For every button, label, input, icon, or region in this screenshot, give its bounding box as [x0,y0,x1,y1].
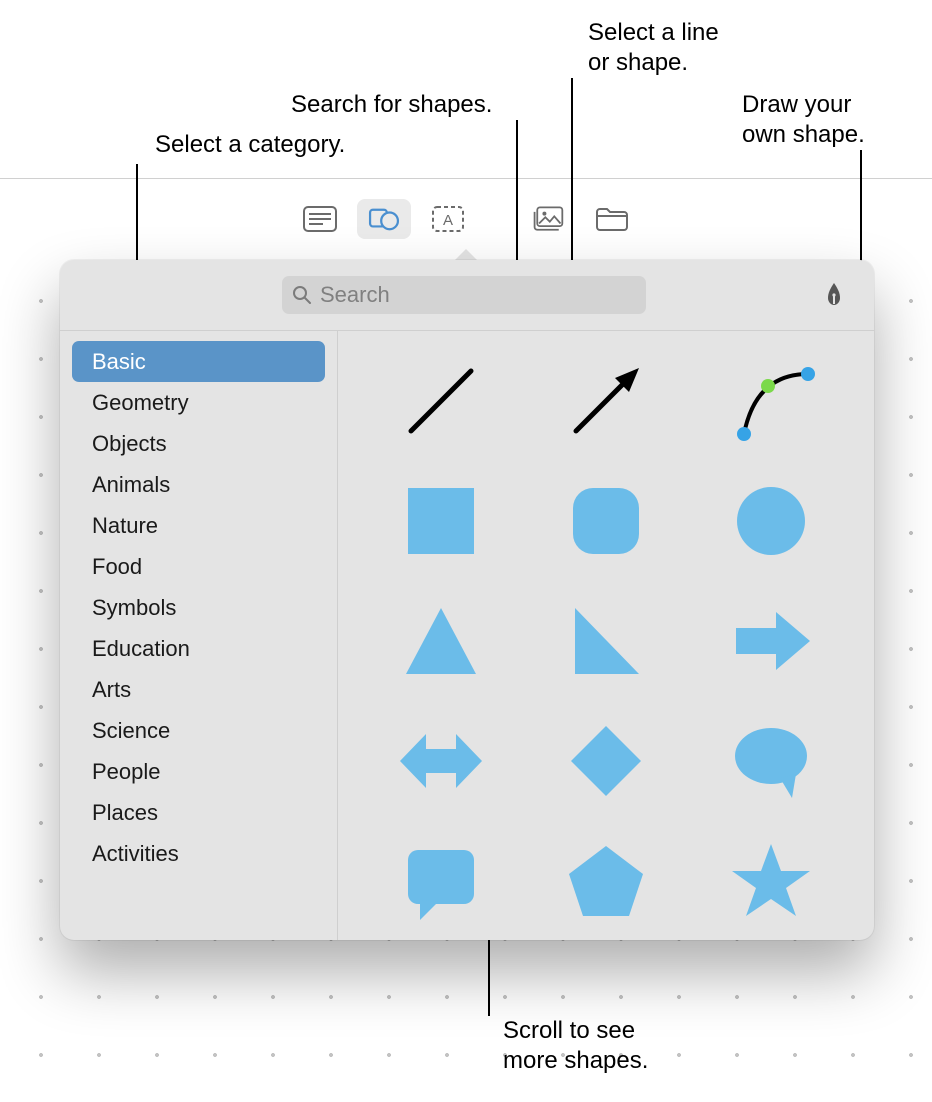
svg-text:A: A [443,212,453,229]
sidebar-item-people[interactable]: People [72,751,325,792]
sidebar-item-geometry[interactable]: Geometry [72,382,325,423]
draw-shape-button[interactable] [816,277,852,313]
sidebar-item-label: Arts [92,677,131,703]
sidebar-item-label: Geometry [92,390,189,416]
triangle-shape[interactable] [391,595,491,687]
callout-text: or shape. [588,49,688,76]
sidebar-item-label: Nature [92,513,158,539]
sidebar-item-symbols[interactable]: Symbols [72,587,325,628]
callout-select-shape: Select a line or shape. [588,18,719,78]
shapes-popover: Search Basic Geometry Objects Animals Na… [60,260,874,940]
sidebar-item-objects[interactable]: Objects [72,423,325,464]
sidebar-item-nature[interactable]: Nature [72,505,325,546]
media-button[interactable] [521,199,575,239]
star-shape[interactable] [721,835,821,927]
shapes-grid [378,355,834,927]
sidebar-item-science[interactable]: Science [72,710,325,751]
popover-header: Search [60,260,874,330]
textbox-button[interactable]: A [421,199,475,239]
toolbar: A [0,194,932,244]
sidebar-item-label: Activities [92,841,179,867]
page-layout-icon [303,206,337,232]
quote-bubble-shape[interactable] [391,835,491,927]
sidebar-item-label: Basic [92,349,146,375]
search-icon [292,285,312,305]
shapes-grid-area[interactable] [338,331,874,940]
folder-button[interactable] [585,199,639,239]
sidebar-item-label: Places [92,800,158,826]
sidebar-item-label: Education [92,636,190,662]
diamond-shape[interactable] [556,715,656,807]
callout-text: Select a category. [155,131,345,158]
media-icon [531,206,565,232]
callout-text: more shapes. [503,1047,648,1074]
callout-search: Search for shapes. [291,90,492,120]
pen-icon [820,281,848,309]
callout-draw: Draw your own shape. [742,90,865,150]
shapes-icon [367,206,401,232]
pentagon-shape[interactable] [556,835,656,927]
shapes-button[interactable] [357,199,411,239]
curve-editable-shape[interactable] [721,355,821,447]
callout-text: Search for shapes. [291,91,492,118]
sidebar-item-label: Animals [92,472,170,498]
callout-text: own shape. [742,121,865,148]
sidebar-item-arts[interactable]: Arts [72,669,325,710]
arrow-line-shape[interactable] [556,355,656,447]
circle-shape[interactable] [721,475,821,567]
callout-text: Draw your [742,91,851,118]
popover-body: Basic Geometry Objects Animals Nature Fo… [60,330,874,940]
speech-bubble-shape[interactable] [721,715,821,807]
canvas-top-divider [0,178,932,179]
sidebar-item-animals[interactable]: Animals [72,464,325,505]
square-shape[interactable] [391,475,491,567]
line-shape[interactable] [391,355,491,447]
callout-text: Scroll to see [503,1017,635,1044]
sidebar-item-education[interactable]: Education [72,628,325,669]
sidebar-item-label: Symbols [92,595,176,621]
sidebar-item-label: Food [92,554,142,580]
page-layout-button[interactable] [293,199,347,239]
right-arrow-shape[interactable] [721,595,821,687]
sidebar-item-label: Objects [92,431,167,457]
sidebar-item-food[interactable]: Food [72,546,325,587]
rounded-square-shape[interactable] [556,475,656,567]
folder-icon [595,206,629,232]
category-sidebar: Basic Geometry Objects Animals Nature Fo… [60,331,338,940]
sidebar-item-label: Science [92,718,170,744]
search-placeholder: Search [320,282,390,308]
sidebar-item-label: People [92,759,161,785]
callout-text: Select a line [588,19,719,46]
right-triangle-shape[interactable] [556,595,656,687]
double-arrow-shape[interactable] [391,715,491,807]
callout-scroll: Scroll to see more shapes. [503,1016,648,1076]
sidebar-item-basic[interactable]: Basic [72,341,325,382]
textbox-icon: A [431,206,465,232]
search-input[interactable]: Search [282,276,646,314]
sidebar-item-places[interactable]: Places [72,792,325,833]
sidebar-item-activities[interactable]: Activities [72,833,325,874]
callout-category: Select a category. [155,130,345,160]
